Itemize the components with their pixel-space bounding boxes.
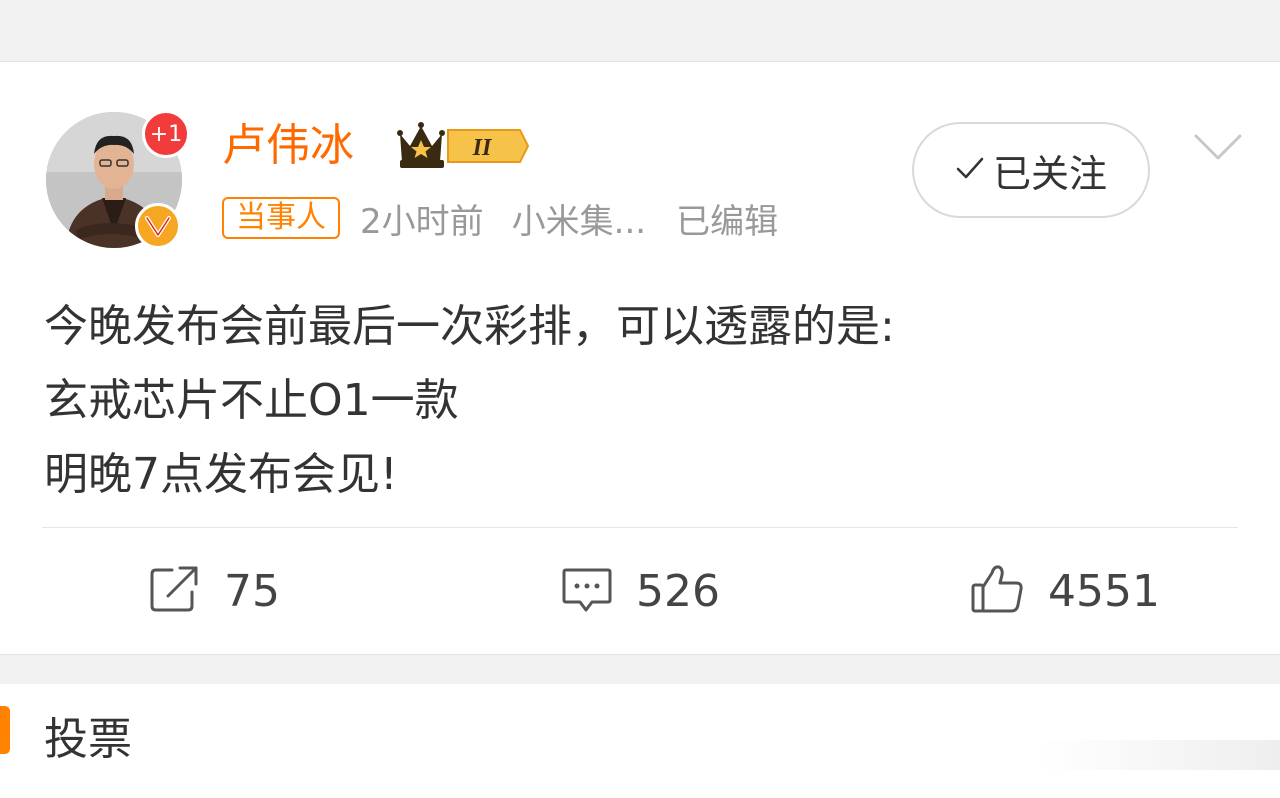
post-line: 明晚7点发布会见! xyxy=(44,449,398,500)
avatar[interactable]: +1 xyxy=(46,110,190,249)
section-spacer xyxy=(0,654,1280,684)
post-line: 今晚发布会前最后一次彩排，可以透露的是: xyxy=(44,301,895,352)
follow-label: 已关注 xyxy=(992,151,1107,196)
comment-count: 526 xyxy=(636,565,720,617)
repost-count: 75 xyxy=(224,565,280,617)
vote-section[interactable]: 投票 xyxy=(0,684,1280,798)
level-numeral: II xyxy=(472,135,493,161)
comment-button[interactable]: 526 xyxy=(560,560,720,622)
verified-icon xyxy=(135,203,181,249)
repost-button[interactable]: 75 xyxy=(148,560,280,622)
vote-title: 投票 xyxy=(44,714,132,765)
section-accent-bar xyxy=(0,706,10,754)
post-source[interactable]: 小米集... xyxy=(512,194,646,243)
like-count: 4551 xyxy=(1048,565,1160,617)
member-level-badge[interactable]: II xyxy=(396,120,530,176)
checkmark-icon xyxy=(955,155,985,185)
chevron-down-icon[interactable] xyxy=(1192,126,1244,170)
follow-button[interactable]: 已关注 xyxy=(912,122,1150,218)
like-button[interactable]: 4551 xyxy=(970,560,1160,622)
comment-icon xyxy=(560,564,614,618)
thumbs-up-icon xyxy=(970,563,1026,619)
post-time: 2小时前 xyxy=(360,201,484,242)
repost-icon xyxy=(148,564,202,618)
fade-overlay xyxy=(1040,740,1280,770)
username[interactable]: 卢伟冰 xyxy=(222,116,354,176)
edited-label[interactable]: 已编辑 xyxy=(676,194,778,243)
new-post-badge: +1 xyxy=(142,110,190,158)
divider xyxy=(42,527,1238,528)
party-tag: 当事人 xyxy=(222,197,340,239)
top-spacer xyxy=(0,0,1280,62)
post-body[interactable]: 今晚发布会前最后一次彩排，可以透露的是: 玄戒芯片不止O1一款 明晚7点发布会见… xyxy=(44,290,895,512)
post-line: 玄戒芯片不止O1一款 xyxy=(44,375,459,426)
post-meta: 当事人 2小时前 小米集... 已编辑 xyxy=(222,194,778,242)
